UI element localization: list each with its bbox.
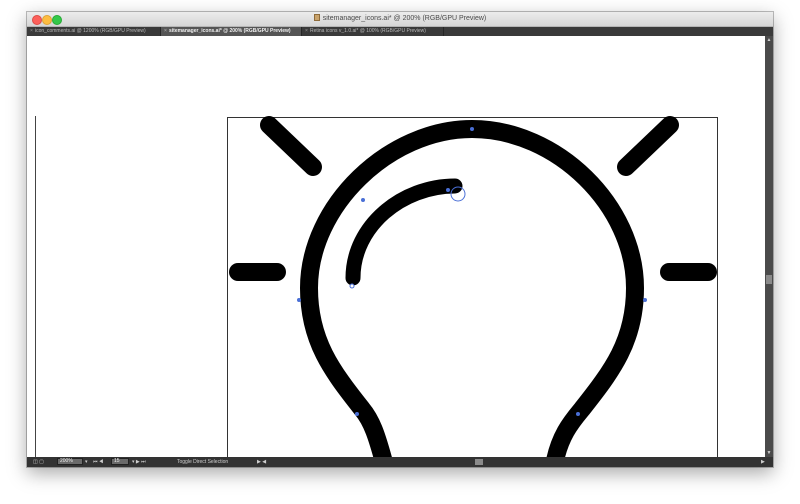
anchor-point[interactable]: [643, 298, 647, 302]
artboard-canvas[interactable]: [27, 36, 765, 457]
scroll-up-icon[interactable]: ▲: [765, 36, 773, 44]
tab-label: Retina icons v_1.0.ai* @ 100% (RGB/GPU P…: [310, 28, 426, 34]
close-tab-icon[interactable]: ×: [30, 27, 33, 36]
first-artboard-icon[interactable]: ⏮ ◀: [93, 458, 103, 466]
vertical-scroll-thumb[interactable]: [766, 275, 772, 284]
close-tab-icon[interactable]: ×: [305, 27, 308, 36]
lightbulb-icon[interactable]: [229, 116, 717, 457]
next-artboard-icon[interactable]: ▾ ▶ ⏭: [132, 458, 146, 466]
tab-retina-icons[interactable]: × Retina icons v_1.0.ai* @ 100% (RGB/GPU…: [302, 27, 444, 36]
artboard-tools-icon[interactable]: ◫ ▢: [33, 458, 44, 466]
tab-sitemanager-icons[interactable]: × sitemanager_icons.ai* @ 200% (RGB/GPU …: [161, 27, 302, 36]
anchor-point[interactable]: [470, 127, 474, 131]
close-tab-icon[interactable]: ×: [164, 27, 167, 36]
tab-icon-comments[interactable]: × icon_comments.ai @ 1200% (RGB/GPU Prev…: [27, 27, 161, 36]
canvas-svg: [35, 116, 718, 457]
anchor-point[interactable]: [576, 412, 580, 416]
anchor-point[interactable]: [297, 298, 301, 302]
document-icon: [313, 14, 320, 21]
illustrator-window: sitemanager_icons.ai* @ 200% (RGB/GPU Pr…: [27, 12, 773, 467]
artboard-number-field[interactable]: 15: [111, 458, 129, 465]
zoom-dropdown-icon[interactable]: ▾: [85, 458, 88, 466]
window-title-container: sitemanager_icons.ai* @ 200% (RGB/GPU Pr…: [27, 14, 773, 22]
status-menu-arrow-icon[interactable]: ▶ ◀: [257, 458, 266, 466]
title-bar[interactable]: sitemanager_icons.ai* @ 200% (RGB/GPU Pr…: [27, 12, 773, 27]
highlight-arc[interactable]: [345, 178, 463, 286]
tab-label: icon_comments.ai @ 1200% (RGB/GPU Previe…: [35, 28, 146, 34]
ray-top-left[interactable]: [260, 116, 322, 176]
status-bar: ◫ ▢ 200% ▾ ⏮ ◀ 15 ▾ ▶ ⏭ Toggle Direct Se…: [27, 457, 773, 467]
vertical-scrollbar[interactable]: ▲ ▼: [765, 36, 773, 457]
window-title: sitemanager_icons.ai* @ 200% (RGB/GPU Pr…: [322, 15, 487, 22]
bulb-outline[interactable]: [299, 119, 645, 457]
tab-label: sitemanager_icons.ai* @ 200% (RGB/GPU Pr…: [169, 28, 291, 34]
anchor-point[interactable]: [349, 283, 355, 289]
anchor-point[interactable]: [361, 198, 365, 202]
scroll-down-icon[interactable]: ▼: [765, 449, 773, 457]
anchor-point[interactable]: [446, 188, 450, 192]
ray-top-right[interactable]: [617, 116, 679, 176]
horizontal-scroll-thumb[interactable]: [475, 459, 483, 465]
document-tab-bar: × icon_comments.ai @ 1200% (RGB/GPU Prev…: [27, 27, 773, 36]
scroll-right-icon[interactable]: ▶: [761, 458, 765, 466]
zoom-field[interactable]: 200%: [57, 458, 83, 465]
anchor-point[interactable]: [355, 412, 359, 416]
tool-status-label[interactable]: Toggle Direct Selection: [177, 458, 228, 466]
